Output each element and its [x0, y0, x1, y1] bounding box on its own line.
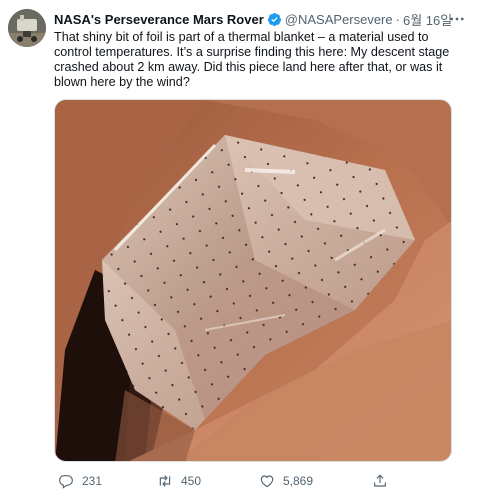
reply-icon [59, 475, 73, 489]
tweet-image[interactable] [54, 99, 452, 462]
more-icon[interactable] [446, 8, 468, 30]
share-button[interactable] [372, 473, 388, 489]
like-button[interactable]: 5,869 [259, 473, 313, 489]
author-name[interactable]: NASA's Perseverance Mars Rover [54, 12, 264, 27]
share-icon [374, 474, 386, 487]
retweet-button[interactable]: 450 [157, 473, 201, 489]
tweet-actions: 231 450 5,869 [54, 470, 452, 492]
retweet-icon [159, 475, 171, 487]
heart-icon [260, 475, 274, 488]
retweet-count: 450 [181, 474, 202, 488]
tweet-date[interactable]: 6월 16일 [403, 10, 452, 29]
tweet: NASA's Perseverance Mars Rover @NASAPers… [0, 0, 480, 500]
avatar-image [8, 9, 46, 47]
separator-dot: · [395, 11, 400, 27]
verified-badge-icon [267, 12, 282, 27]
author-handle[interactable]: @NASAPersevere [285, 12, 393, 27]
reply-button[interactable]: 231 [58, 473, 102, 489]
avatar[interactable] [8, 9, 46, 47]
mars-foil-photo [55, 100, 451, 461]
tweet-header: NASA's Perseverance Mars Rover @NASAPers… [54, 10, 452, 28]
tweet-text: That shiny bit of foil is part of a ther… [54, 30, 450, 89]
reply-count: 231 [82, 474, 103, 488]
like-count: 5,869 [283, 474, 314, 488]
